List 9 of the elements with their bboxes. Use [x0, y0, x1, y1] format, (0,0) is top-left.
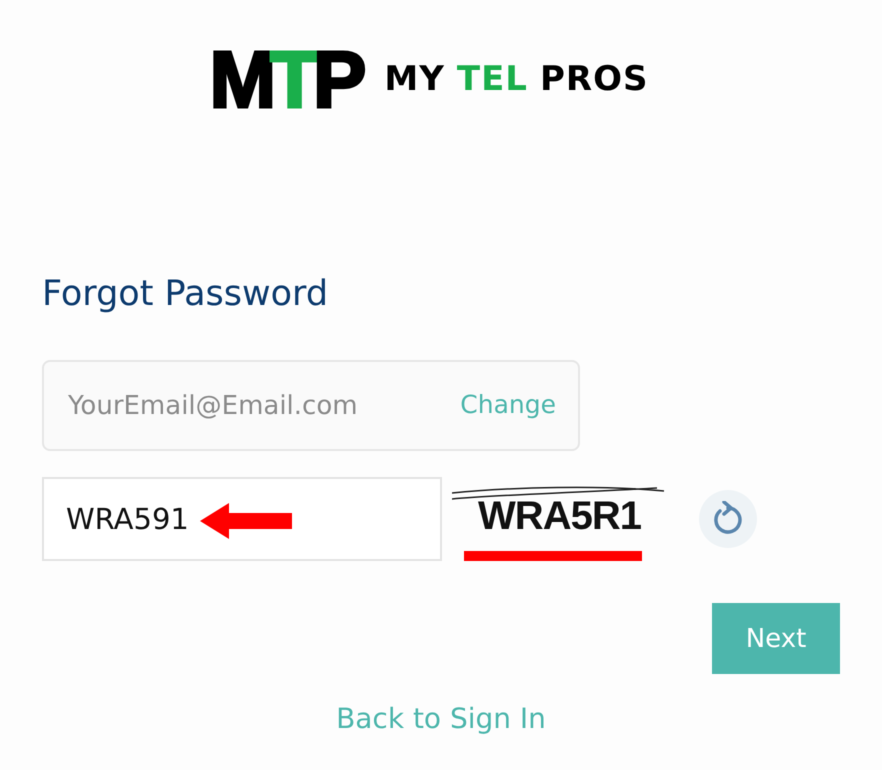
logo-mark: MTP: [210, 45, 360, 113]
annotation-arrow-icon: [200, 503, 292, 539]
next-button[interactable]: Next: [712, 603, 840, 674]
page-title: Forgot Password: [42, 273, 330, 316]
back-to-sign-in-link[interactable]: Back to Sign In: [336, 702, 546, 735]
captcha-input[interactable]: WRA591: [42, 477, 442, 561]
change-link[interactable]: Change: [460, 390, 556, 419]
captcha-image: WRA5R1: [452, 477, 667, 561]
brand-name: MY TEL PROS: [384, 59, 648, 99]
